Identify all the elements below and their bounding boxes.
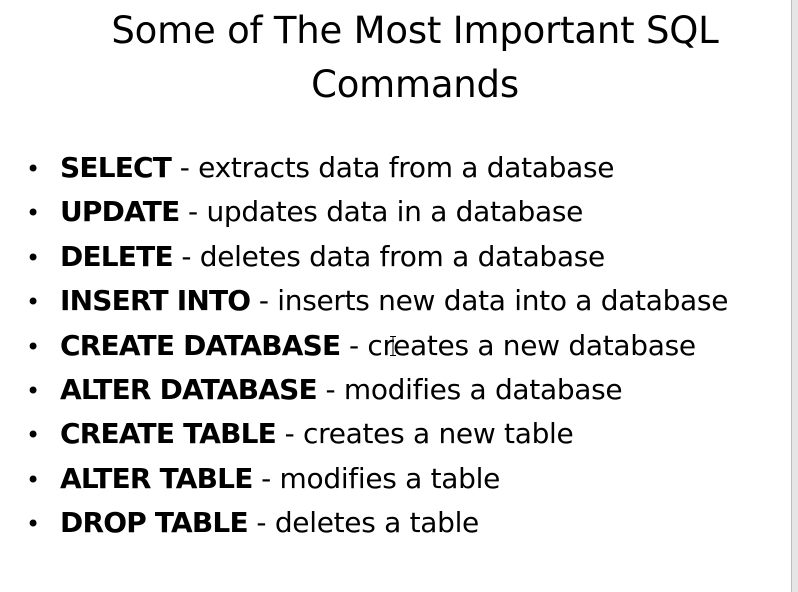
separator: -: [179, 195, 207, 229]
command-description: creates a new database: [367, 328, 696, 362]
bullet-item-delete: • DELETE - deletes data from a database: [26, 240, 728, 284]
command-name: INSERT INTO: [60, 284, 251, 318]
bullet-item-alter-database: • ALTER DATABASE - modifies a database: [26, 373, 728, 417]
separator: -: [172, 239, 200, 273]
command-description: deletes a table: [274, 506, 479, 540]
window-edge: [791, 0, 798, 592]
bullet-icon: •: [26, 155, 40, 183]
bullet-item-select: • SELECT - extracts data from a database: [26, 151, 728, 195]
command-description: inserts new data into a database: [277, 284, 729, 318]
separator: -: [247, 506, 275, 540]
command-description: creates a new table: [303, 417, 574, 451]
bullet-item-alter-table: • ALTER TABLE - modifies a table: [26, 462, 728, 506]
bullet-icon: •: [26, 376, 40, 405]
command-name: CREATE DATABASE: [60, 328, 341, 362]
command-description: updates data in a database: [206, 195, 584, 229]
text-cursor-icon: [390, 336, 396, 356]
command-description: modifies a database: [343, 372, 623, 406]
command-name: CREATE TABLE: [60, 417, 277, 451]
bullet-item-insert-into: • INSERT INTO - inserts new data into a …: [26, 284, 728, 328]
bullet-item-update: • UPDATE - updates data in a database: [26, 195, 728, 239]
slide: Some of The Most Important SQL Commands …: [0, 0, 798, 592]
command-description: deletes data from a database: [199, 239, 606, 273]
separator: -: [171, 151, 199, 184]
bullet-icon: •: [26, 421, 40, 450]
bullet-list: • SELECT - extracts data from a database…: [26, 151, 728, 551]
command-name: ALTER DATABASE: [60, 372, 318, 406]
title-line-2: Commands: [311, 63, 519, 106]
bullet-item-create-database: • CREATE DATABASE - creates a new databa…: [26, 329, 728, 373]
separator: -: [340, 328, 368, 362]
bullet-icon: •: [26, 465, 40, 494]
title-line-1: Some of The Most Important SQL: [111, 9, 719, 52]
separator: -: [252, 461, 280, 495]
command-name: SELECT: [60, 151, 172, 184]
bullet-icon: •: [26, 288, 40, 317]
command-name: UPDATE: [60, 195, 180, 229]
bullet-icon: •: [26, 199, 40, 228]
bullet-icon: •: [26, 332, 40, 361]
slide-title: Some of The Most Important SQL Commands: [20, 0, 798, 112]
bullet-icon: •: [26, 243, 40, 272]
command-description: extracts data from a database: [198, 151, 615, 184]
bullet-item-drop-table: • DROP TABLE - deletes a table: [26, 506, 728, 550]
command-name: DELETE: [60, 239, 174, 273]
command-name: DROP TABLE: [60, 506, 249, 540]
separator: -: [250, 284, 278, 318]
command-name: ALTER TABLE: [60, 461, 253, 495]
separator: -: [276, 417, 304, 451]
bullet-item-create-table: • CREATE TABLE - creates a new table: [26, 417, 728, 461]
command-description: modifies a table: [279, 461, 501, 495]
separator: -: [316, 372, 344, 406]
bullet-icon: •: [26, 510, 40, 539]
